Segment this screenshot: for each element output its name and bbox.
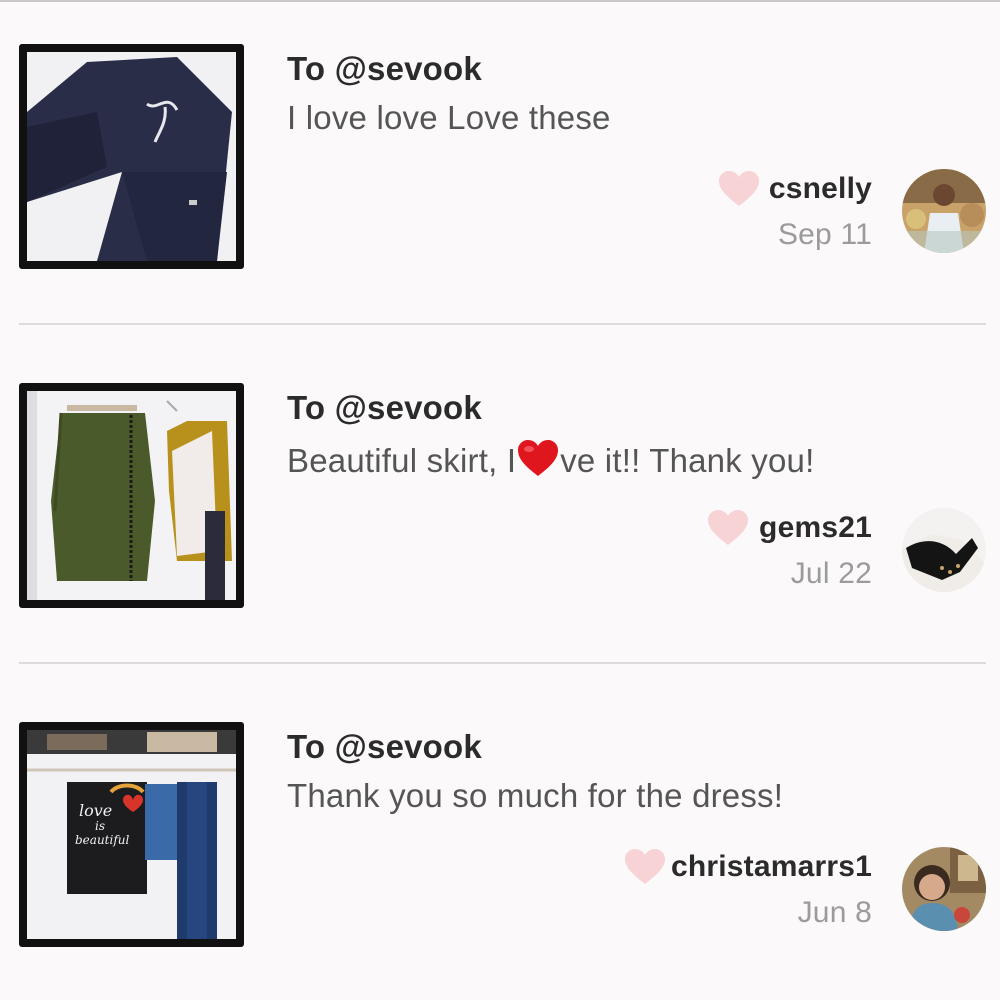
thumb-text-line: is (95, 819, 105, 833)
heart-icon[interactable] (718, 170, 760, 208)
clothing-rack-photo: love is beautiful (27, 730, 236, 939)
skirt-photo (27, 391, 236, 600)
heart-icon[interactable] (624, 848, 666, 886)
review-item: To @sevook Beautiful skirt, I ve it!! Tha… (0, 383, 1000, 664)
heart-icon[interactable] (707, 509, 749, 547)
review-recipient: To @sevook (287, 728, 482, 765)
top-border (0, 0, 1000, 2)
divider (19, 323, 986, 325)
listing-thumbnail[interactable] (19, 383, 244, 608)
avatar[interactable] (902, 847, 986, 931)
review-date: Sep 11 (777, 218, 872, 251)
review-recipient: To @sevook (287, 50, 482, 87)
divider (19, 662, 986, 664)
reviewer-username[interactable]: christamarrs1 (671, 850, 872, 884)
listing-thumbnail[interactable] (19, 44, 244, 269)
red-heart-emoji-icon (518, 440, 559, 476)
thumb-text-line: beautiful (75, 833, 129, 847)
review-item: To @sevook I love love Love these csnell… (0, 44, 1000, 325)
review-item: love is beautiful To @sevook Thank you s… (0, 722, 1000, 982)
review-message: Thank you so much for the dress! (287, 777, 784, 814)
message-text: Beautiful skirt, I (287, 442, 517, 479)
reviewer-username[interactable]: csnelly (769, 172, 872, 206)
sweatpants-photo (27, 52, 236, 261)
review-message: Beautiful skirt, I ve it!! Thank you! (287, 438, 814, 480)
review-message: I love love Love these (287, 99, 611, 136)
thumb-text-line: love (79, 801, 112, 820)
review-recipient: To @sevook (287, 389, 482, 426)
avatar[interactable] (902, 169, 986, 253)
message-text: ve it!! Thank you! (560, 442, 815, 479)
avatar[interactable] (902, 508, 986, 592)
review-date: Jul 22 (790, 557, 872, 590)
listing-thumbnail[interactable]: love is beautiful (19, 722, 244, 947)
reviewer-username[interactable]: gems21 (759, 511, 872, 545)
review-date: Jun 8 (797, 896, 872, 929)
